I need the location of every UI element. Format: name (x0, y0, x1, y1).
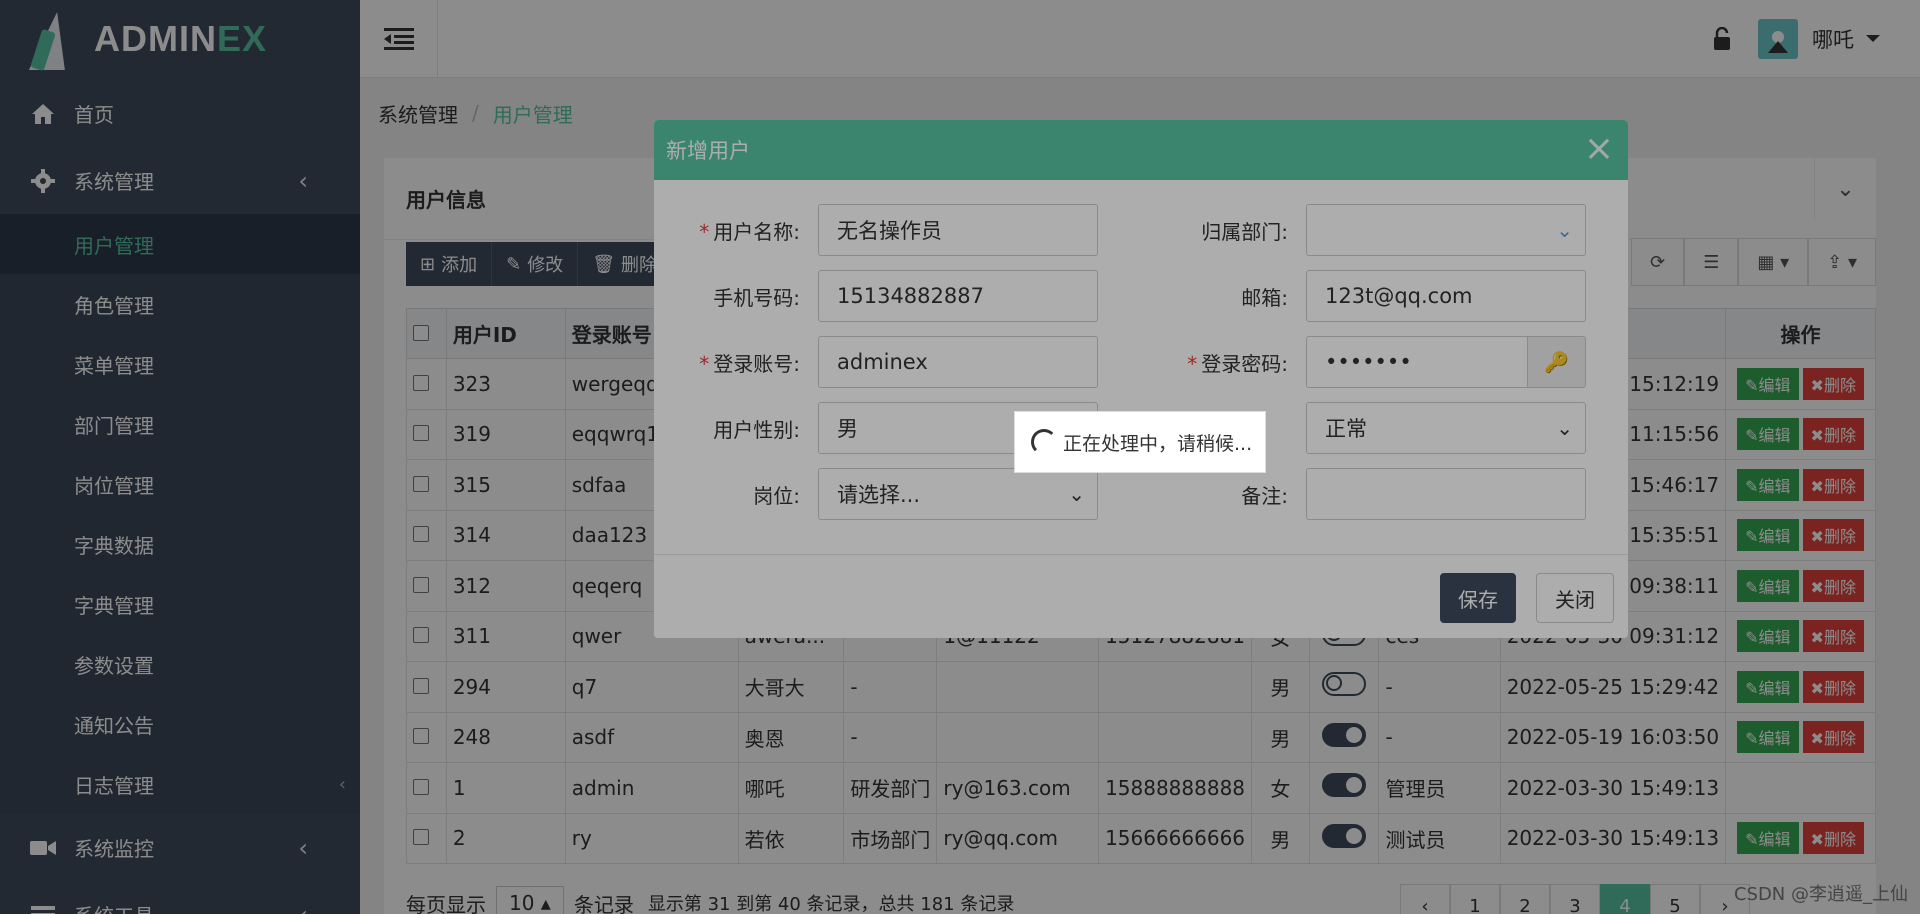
modal-loading-mask (654, 120, 1628, 638)
loading-toast: 正在处理中，请稍候... (1014, 411, 1266, 473)
loading-text: 正在处理中，请稍候... (1063, 432, 1253, 455)
spinner-icon (1031, 429, 1057, 455)
watermark: CSDN @李逍遥_上仙 (1733, 884, 1908, 905)
